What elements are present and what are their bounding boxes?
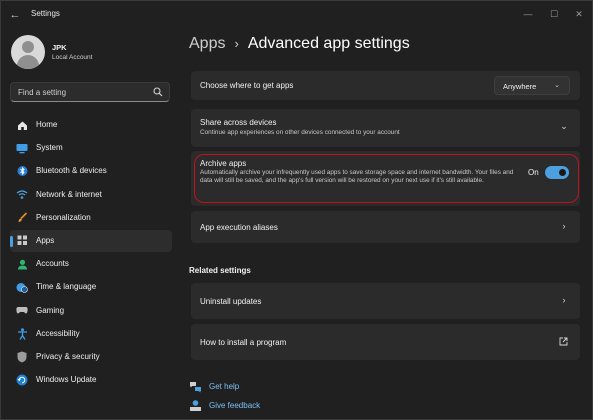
sidebar-item-label: Gaming xyxy=(36,305,65,315)
chevron-down-icon: ⌄ xyxy=(554,82,560,89)
sidebar-item-gaming[interactable]: Gaming xyxy=(10,300,172,322)
home-icon xyxy=(16,119,28,131)
sidebar-item-apps[interactable]: Apps xyxy=(10,229,172,252)
close-button[interactable]: ✕ xyxy=(567,5,591,23)
sidebar-item-home[interactable]: Home xyxy=(10,114,172,136)
card-title: App execution aliases xyxy=(200,223,278,232)
card-description: Continue app experiences on other device… xyxy=(200,129,400,136)
sidebar-item-windows-update[interactable]: Windows Update xyxy=(10,369,172,391)
chevron-right-icon: › xyxy=(562,295,566,305)
sidebar-item-label: Accessibility xyxy=(36,328,80,338)
link-text[interactable]: Give feedback xyxy=(209,401,260,410)
sidebar-item-label: Windows Update xyxy=(36,375,97,385)
sidebar-item-label: Privacy & security xyxy=(36,351,100,361)
sidebar-item-system[interactable]: System xyxy=(10,137,172,159)
search-icon[interactable] xyxy=(152,86,164,98)
sidebar-item-label: System xyxy=(36,143,63,153)
related-settings-header: Related settings xyxy=(189,266,251,275)
sidebar-item-accessibility[interactable]: Accessibility xyxy=(10,323,172,345)
profile-name: JPK xyxy=(52,43,67,52)
install-program-card[interactable]: How to install a program xyxy=(191,324,580,360)
system-icon xyxy=(16,142,28,154)
breadcrumb-parent[interactable]: Apps xyxy=(189,35,225,52)
window-title: Settings xyxy=(31,9,60,18)
sidebar-item-label: Time & language xyxy=(36,282,97,292)
profile-account-type: Local Account xyxy=(52,54,93,61)
breadcrumb: Apps › Advanced app settings xyxy=(189,35,410,53)
sidebar-item-label: Network & internet xyxy=(36,189,102,199)
card-title: How to install a program xyxy=(200,338,287,347)
avatar xyxy=(11,35,45,69)
maximize-button[interactable]: ☐ xyxy=(542,5,566,23)
user-profile[interactable]: JPK Local Account xyxy=(11,35,161,69)
sidebar-item-label: Apps xyxy=(36,235,55,245)
feedback-icon xyxy=(190,400,201,411)
settings-window: ← Settings — ☐ ✕ JPK Local Account Find … xyxy=(0,0,593,420)
app-execution-aliases-card[interactable]: App execution aliases › xyxy=(191,211,580,243)
sidebar-item-network[interactable]: Network & internet xyxy=(10,184,172,206)
globe-clock-icon xyxy=(16,281,28,293)
brush-icon xyxy=(16,212,28,224)
breadcrumb-separator: › xyxy=(234,36,239,51)
external-link-icon xyxy=(559,337,568,346)
card-title: Share across devices xyxy=(200,118,277,127)
update-icon xyxy=(16,374,28,386)
sidebar-item-label: Accounts xyxy=(36,259,69,269)
dropdown-value: Anywhere xyxy=(503,82,537,91)
search-input[interactable]: Find a setting xyxy=(18,88,66,97)
help-icon xyxy=(190,382,201,393)
page-title: Advanced app settings xyxy=(247,35,410,52)
sidebar-item-accounts[interactable]: Accounts xyxy=(10,253,172,275)
bluetooth-icon xyxy=(16,165,28,177)
sidebar-item-time-language[interactable]: Time & language xyxy=(10,276,172,298)
share-across-devices-card[interactable]: Share across devices Continue app experi… xyxy=(191,109,580,147)
card-title: Choose where to get apps xyxy=(200,81,294,90)
network-icon xyxy=(16,189,28,201)
chevron-down-icon[interactable]: ⌄ xyxy=(560,122,568,131)
chevron-right-icon: › xyxy=(562,221,566,231)
search-box[interactable]: Find a setting xyxy=(10,82,170,102)
shield-icon xyxy=(16,351,28,363)
accessibility-icon xyxy=(16,327,28,340)
app-source-dropdown[interactable]: Anywhere ⌄ xyxy=(494,76,570,95)
link-text[interactable]: Get help xyxy=(209,382,239,391)
apps-icon xyxy=(16,235,28,247)
accounts-icon xyxy=(16,258,28,270)
sidebar-nav: Home System Bluetooth & devices Network … xyxy=(10,114,172,392)
sidebar-item-label: Home xyxy=(36,120,58,129)
title-bar: ← Settings — ☐ ✕ xyxy=(1,1,592,29)
gamepad-icon xyxy=(16,305,28,317)
sidebar-item-label: Bluetooth & devices xyxy=(36,166,107,176)
sidebar-item-label: Personalization xyxy=(36,212,91,222)
highlight-annotation xyxy=(194,154,579,203)
minimize-button[interactable]: — xyxy=(516,5,540,23)
back-button[interactable]: ← xyxy=(7,7,23,23)
where-to-get-apps-card: Choose where to get apps Anywhere ⌄ xyxy=(191,71,580,100)
sidebar-item-personalization[interactable]: Personalization xyxy=(10,207,172,229)
sidebar-item-privacy-security[interactable]: Privacy & security xyxy=(10,346,172,368)
sidebar-item-bluetooth[interactable]: Bluetooth & devices xyxy=(10,160,172,182)
card-title: Uninstall updates xyxy=(200,297,262,306)
uninstall-updates-card[interactable]: Uninstall updates › xyxy=(191,283,580,319)
